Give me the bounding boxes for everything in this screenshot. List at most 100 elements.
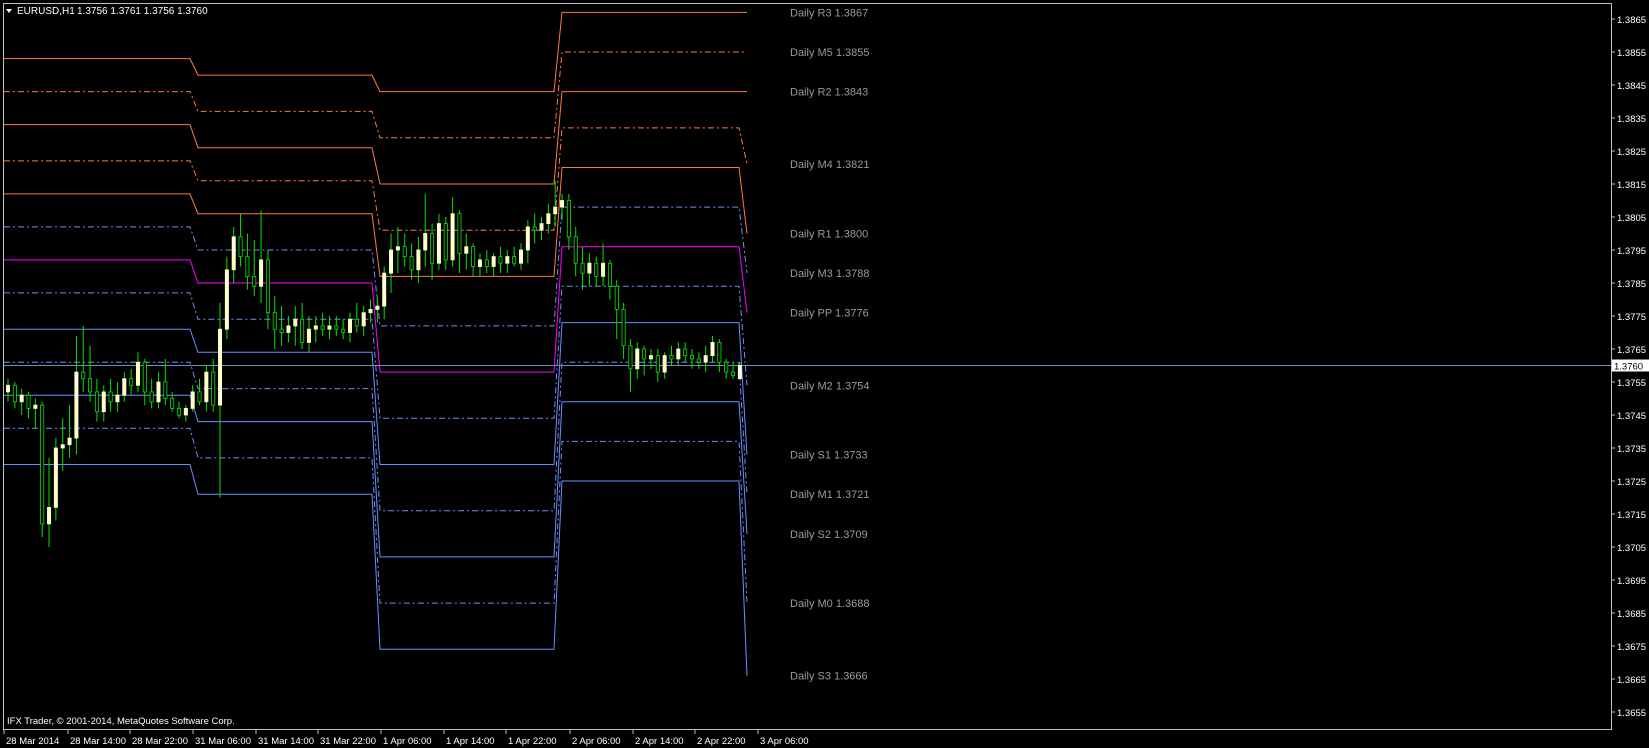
candle-body <box>170 398 175 409</box>
candle-body <box>539 223 544 231</box>
price-tick-label: 1.3655 <box>1617 708 1646 719</box>
time-tick-label: 31 Mar 22:00 <box>320 736 376 747</box>
price-tick-label: 1.3775 <box>1617 312 1646 323</box>
price-tick-label: 1.3735 <box>1617 444 1646 455</box>
candle-body <box>279 328 284 333</box>
current-price-tag-text: 1.3760 <box>1614 362 1643 373</box>
candle-body <box>341 328 346 333</box>
candle-body <box>245 256 250 277</box>
time-tick-label: 2 Apr 14:00 <box>635 736 684 747</box>
copyright-text: IFX Trader, © 2001-2014, MetaQuotes Soft… <box>7 716 235 727</box>
candle-body <box>293 318 298 327</box>
candle-body <box>710 341 715 356</box>
candle-body <box>553 206 558 215</box>
candle-body <box>176 407 181 416</box>
candle-body <box>484 259 489 267</box>
candle-body <box>717 341 722 363</box>
candle-body <box>423 233 428 251</box>
time-tick-label: 28 Mar 22:00 <box>132 736 188 747</box>
candle-body <box>635 348 640 370</box>
candle-body <box>655 355 660 373</box>
candle-body <box>122 378 127 396</box>
candle-body <box>53 447 58 508</box>
chart-background <box>0 0 1649 748</box>
candle-body <box>163 381 168 399</box>
candle-body <box>560 200 565 208</box>
candle-body <box>375 305 380 310</box>
candle-body <box>389 249 394 274</box>
time-tick-label: 1 Apr 14:00 <box>446 736 495 747</box>
candle-body <box>231 236 236 271</box>
candle-body <box>471 246 476 267</box>
candle-body <box>477 259 482 267</box>
pivot-label-s2: Daily S2 1.3709 <box>790 529 868 541</box>
candle-body <box>430 233 435 264</box>
candle-body <box>416 249 421 271</box>
candle-body <box>211 371 216 406</box>
candle-body <box>382 272 387 307</box>
time-tick-label: 1 Apr 22:00 <box>508 736 557 747</box>
candle-body <box>512 256 517 264</box>
candle-body <box>621 308 626 347</box>
candle-body <box>218 328 223 406</box>
candle-body <box>286 325 291 333</box>
candle-body <box>607 262 612 287</box>
pivot-label-s1: Daily S1 1.3733 <box>790 450 868 462</box>
pivot-label-m2: Daily M2 1.3754 <box>790 380 870 392</box>
candle-body <box>149 391 154 403</box>
pivot-label-r2: Daily R2 1.3843 <box>790 87 868 99</box>
candle-body <box>272 312 277 330</box>
candle-body <box>573 236 578 264</box>
candle-body <box>354 318 359 327</box>
candle-body <box>703 355 708 363</box>
price-tick-label: 1.3795 <box>1617 246 1646 257</box>
pivot-label-s3: Daily S3 1.3666 <box>790 671 868 683</box>
candle-body <box>614 285 619 310</box>
candle-body <box>525 226 530 251</box>
candle-body <box>594 262 599 277</box>
price-chart[interactable]: Daily R3 1.3867 Daily M5 1.3855 Daily R2 1… <box>0 0 1649 748</box>
candle-body <box>334 325 339 330</box>
candle-body <box>731 371 736 376</box>
price-tick-label: 1.3805 <box>1617 213 1646 224</box>
price-tick-label: 1.3845 <box>1617 81 1646 92</box>
candle-body <box>409 256 414 271</box>
candle-body <box>306 328 311 343</box>
candle-body <box>443 223 448 261</box>
candle-body <box>94 391 99 413</box>
price-tick-label: 1.3665 <box>1617 675 1646 686</box>
price-tick-label: 1.3815 <box>1617 180 1646 191</box>
candle-body <box>491 256 496 267</box>
candle-body <box>142 361 147 393</box>
candle-body <box>601 262 606 277</box>
candle-body <box>6 384 11 393</box>
candle-body <box>60 444 65 449</box>
time-tick-label: 2 Apr 22:00 <box>697 736 746 747</box>
pivot-label-r3: Daily R3 1.3867 <box>790 7 868 19</box>
candle-body <box>12 384 17 403</box>
candle-body <box>259 259 264 287</box>
candle-body <box>67 437 72 446</box>
candle-body <box>224 269 229 330</box>
candle-body <box>26 394 31 409</box>
candle-body <box>19 394 24 403</box>
candle-body <box>546 213 551 224</box>
candle-body <box>457 213 462 254</box>
candle-body <box>361 312 366 327</box>
candle-body <box>724 361 729 373</box>
candle-body <box>669 355 674 360</box>
candle-body <box>580 262 585 274</box>
pivot-label-m4: Daily M4 1.3821 <box>790 159 870 171</box>
candle-body <box>628 345 633 370</box>
price-tick-label: 1.3695 <box>1617 576 1646 587</box>
time-tick-label: 31 Mar 06:00 <box>195 736 251 747</box>
pivot-label-m0: Daily M0 1.3688 <box>790 598 870 610</box>
price-tick-label: 1.3855 <box>1617 48 1646 59</box>
time-tick-label: 1 Apr 06:00 <box>383 736 432 747</box>
candle-body <box>696 358 701 363</box>
candle-body <box>320 325 325 330</box>
candle-body <box>101 391 106 413</box>
candle-body <box>88 378 93 393</box>
candle-body <box>648 355 653 360</box>
price-tick-label: 1.3725 <box>1617 477 1646 488</box>
